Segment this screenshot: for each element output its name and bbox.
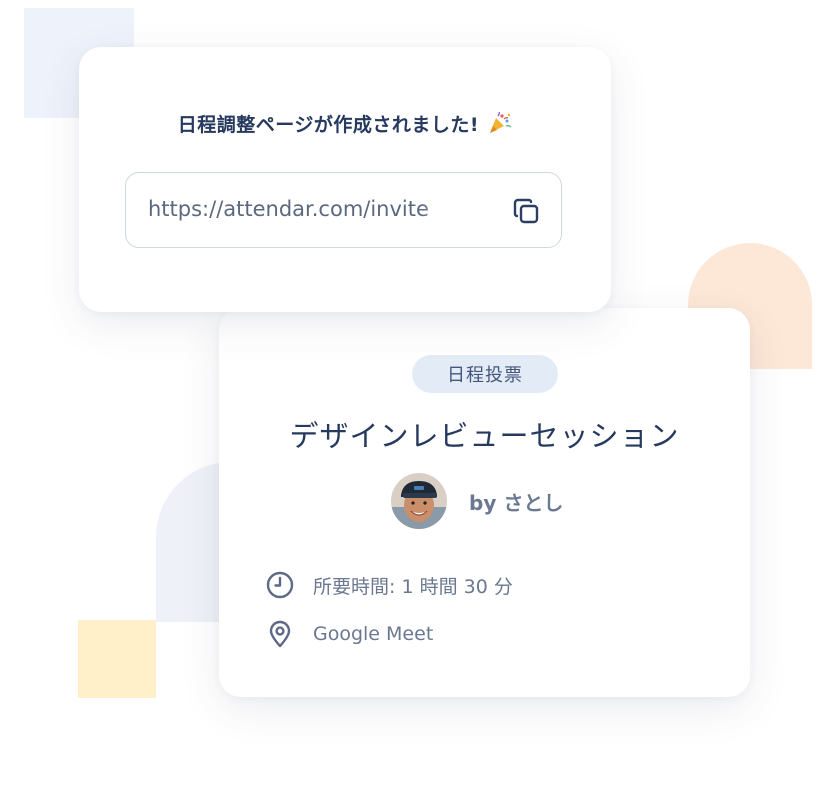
- host-info: by さとし: [391, 473, 563, 529]
- invite-url-field[interactable]: https://attendar.com/invite: [125, 172, 562, 248]
- created-title: 日程調整ページが作成されました!: [79, 110, 611, 137]
- location-pin-icon: [265, 619, 295, 649]
- copy-icon: [513, 198, 539, 224]
- invite-url-text[interactable]: https://attendar.com/invite: [148, 197, 488, 221]
- stage: 日程調整ページが作成されました! https://attendar.com/in…: [0, 0, 828, 807]
- host-name: by さとし: [469, 490, 564, 515]
- event-card[interactable]: 日程投票 デザインレビューセッション by さとし 所要時間: 1 時間 30 …: [219, 308, 750, 697]
- copy-url-button[interactable]: [509, 194, 543, 228]
- share-card: 日程調整ページが作成されました! https://attendar.com/in…: [79, 47, 611, 312]
- location-row: Google Meet: [265, 619, 433, 649]
- decorative-yellow-square: [78, 620, 156, 698]
- location-text: Google Meet: [313, 623, 434, 645]
- event-title: デザインレビューセッション: [289, 419, 680, 453]
- duration-text: 所要時間: 1 時間 30 分: [313, 575, 513, 598]
- event-type-badge: 日程投票: [412, 355, 558, 393]
- party-popper-icon: [488, 111, 512, 134]
- clock-icon: [265, 570, 295, 600]
- created-title-text: 日程調整ページが作成されました!: [177, 114, 480, 136]
- duration-row: 所要時間: 1 時間 30 分: [265, 570, 513, 600]
- avatar: [391, 473, 447, 529]
